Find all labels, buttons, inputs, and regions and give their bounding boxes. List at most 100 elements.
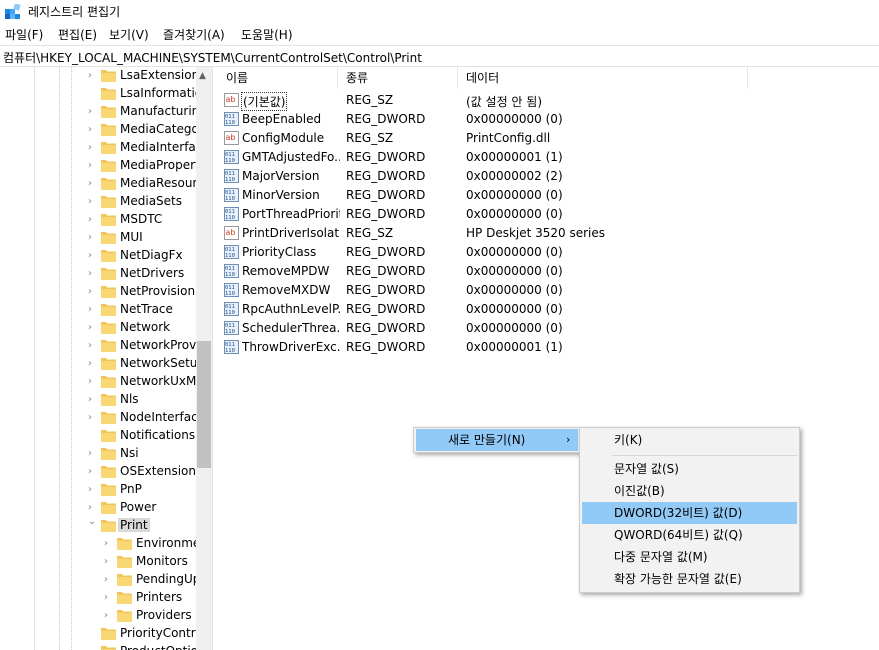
chevron-right-icon[interactable]: ›	[88, 305, 96, 315]
chevron-down-icon[interactable]: ⌄	[88, 517, 96, 527]
value-row[interactable]: 011 110 MinorVersion REG_DWORD 0x00000000 (0…	[218, 186, 879, 205]
chevron-right-icon[interactable]: ›	[88, 485, 96, 495]
tree-item[interactable]: › Manufacturing	[88, 103, 207, 121]
value-row[interactable]: 011 110 PortThreadPriority REG_DWORD 0x00000…	[218, 205, 879, 224]
tree-item[interactable]: › NetTrace	[88, 301, 196, 319]
tree-item[interactable]: ProductOptio	[88, 643, 198, 650]
address-path[interactable]: 컴퓨터\HKEY_LOCAL_MACHINE\SYSTEM\CurrentCon…	[3, 49, 422, 66]
tree-item[interactable]: › Network	[88, 319, 196, 337]
menu-item-new-qword[interactable]: QWORD(64비트) 값(Q)	[582, 524, 797, 546]
tree-item[interactable]: › LsaExtensionC	[88, 67, 208, 85]
tree-item[interactable]: › MUI	[88, 229, 196, 247]
chevron-right-icon[interactable]: ›	[104, 593, 112, 603]
address-bar[interactable]: 컴퓨터\HKEY_LOCAL_MACHINE\SYSTEM\CurrentCon…	[0, 45, 879, 67]
scroll-up-arrow-icon[interactable]: ▲	[199, 71, 206, 81]
tree-item[interactable]: › NetProvision	[88, 283, 196, 301]
menu-view[interactable]: 보기(V)	[109, 26, 149, 43]
scrollbar-thumb[interactable]	[197, 341, 211, 468]
menu-item-new-dword[interactable]: DWORD(32비트) 값(D)	[582, 502, 797, 524]
chevron-right-icon[interactable]: ›	[88, 215, 96, 225]
value-name: SchedulerThrea...	[242, 321, 340, 335]
menu-edit[interactable]: 편집(E)	[58, 26, 97, 43]
menu-item-new-expandable-string[interactable]: 확장 가능한 문자열 값(E)	[582, 568, 797, 590]
column-header-type[interactable]: 종류	[338, 67, 458, 89]
value-row[interactable]: 011 110 RpcAuthnLevelP... REG_DWORD 0x000000…	[218, 300, 879, 319]
value-row[interactable]: 011 110 GMTAdjustedFo... REG_DWORD 0x0000000…	[218, 148, 879, 167]
tree-item[interactable]: › Environme	[104, 535, 200, 553]
tree-item[interactable]: › MediaInterface	[88, 139, 210, 157]
chevron-right-icon[interactable]: ›	[88, 125, 96, 135]
menu-file[interactable]: 파일(F)	[5, 26, 43, 43]
chevron-right-icon[interactable]: ›	[88, 107, 96, 117]
tree-item[interactable]: PriorityContro	[88, 625, 203, 643]
value-row[interactable]: 011 110 ThrowDriverExc... REG_DWORD 0x000000…	[218, 338, 879, 357]
tree-item[interactable]: › NetworkProvic	[88, 337, 206, 355]
tree-item[interactable]: › NodeInterface	[88, 409, 205, 427]
chevron-right-icon[interactable]: ›	[88, 395, 96, 405]
chevron-right-icon[interactable]: ›	[88, 269, 96, 279]
key-tree[interactable]: › LsaExtensionC LsaInformatio › Manufacturin…	[0, 67, 212, 650]
chevron-right-icon[interactable]: ›	[88, 197, 96, 207]
menu-help[interactable]: 도움말(H)	[241, 26, 293, 43]
tree-item[interactable]: › Monitors	[104, 553, 196, 571]
value-row[interactable]: ab (기본값) REG_SZ (값 설정 안 됨)	[218, 91, 879, 111]
chevron-right-icon[interactable]: ›	[104, 557, 112, 567]
column-header-name[interactable]: 이름	[218, 67, 338, 89]
chevron-right-icon[interactable]: ›	[88, 503, 96, 513]
column-header-data[interactable]: 데이터	[458, 67, 748, 89]
chevron-right-icon[interactable]: ›	[88, 251, 96, 261]
tree-item[interactable]: › PnP	[88, 481, 196, 499]
tree-item[interactable]: LsaInformatio	[88, 85, 202, 103]
value-row[interactable]: 011 110 BeepEnabled REG_DWORD 0x00000000 (0)	[218, 110, 879, 129]
chevron-right-icon[interactable]: ›	[88, 449, 96, 459]
tree-item[interactable]: › NetDrivers	[88, 265, 196, 283]
tree-item[interactable]: › Providers	[104, 607, 196, 625]
tree-item[interactable]: ⌄ Print	[88, 517, 196, 535]
chevron-right-icon[interactable]: ›	[88, 413, 96, 423]
value-row[interactable]: 011 110 RemoveMPDW REG_DWORD 0x00000000 (0)	[218, 262, 879, 281]
tree-item[interactable]: › Power	[88, 499, 196, 517]
chevron-right-icon[interactable]: ›	[104, 611, 112, 621]
chevron-right-icon[interactable]: ›	[88, 359, 96, 369]
tree-scrollbar[interactable]: ▲	[196, 67, 212, 650]
tree-item[interactable]: › Nsi	[88, 445, 196, 463]
menu-favorites[interactable]: 즐겨찾기(A)	[163, 26, 225, 43]
value-row[interactable]: 011 110 PriorityClass REG_DWORD 0x00000000 (…	[218, 243, 879, 262]
chevron-right-icon[interactable]: ›	[88, 71, 96, 81]
tree-item[interactable]: › MediaResourc	[88, 175, 204, 193]
tree-item[interactable]: › NetworkSetup	[88, 355, 205, 373]
menu-item-new-key[interactable]: 키(K)	[582, 429, 797, 451]
tree-item[interactable]: › NetworkUxMa	[88, 373, 204, 391]
value-row[interactable]: 011 110 RemoveMXDW REG_DWORD 0x00000000 (0)	[218, 281, 879, 300]
tree-item[interactable]: › PendingUp	[104, 571, 200, 589]
value-name: ThrowDriverExc...	[242, 340, 340, 354]
value-row[interactable]: 011 110 MajorVersion REG_DWORD 0x00000002 (2…	[218, 167, 879, 186]
tree-item[interactable]: › Nls	[88, 391, 196, 409]
menu-item-new-string[interactable]: 문자열 값(S)	[582, 458, 797, 480]
tree-item[interactable]: › NetDiagFx	[88, 247, 196, 265]
chevron-right-icon[interactable]: ›	[104, 575, 112, 585]
tree-item[interactable]: › MediaProperti	[88, 157, 203, 175]
value-row[interactable]: 011 110 SchedulerThrea... REG_DWORD 0x000000…	[218, 319, 879, 338]
value-row[interactable]: ab ConfigModule REG_SZ PrintConfig.dll	[218, 129, 879, 148]
tree-item[interactable]: Notifications	[88, 427, 196, 445]
tree-item[interactable]: › Printers	[104, 589, 196, 607]
menu-item-new-multi-string[interactable]: 다중 문자열 값(M)	[582, 546, 797, 568]
chevron-right-icon[interactable]: ›	[88, 341, 96, 351]
tree-item[interactable]: › MSDTC	[88, 211, 196, 229]
tree-item[interactable]: › OSExtensionD	[88, 463, 205, 481]
chevron-right-icon[interactable]: ›	[104, 539, 112, 549]
menu-item-new-binary[interactable]: 이진값(B)	[582, 480, 797, 502]
chevron-right-icon[interactable]: ›	[88, 377, 96, 387]
value-row[interactable]: ab PrintDriverIsolat... REG_SZ HP Deskjet 3…	[218, 224, 879, 243]
chevron-right-icon[interactable]: ›	[88, 179, 96, 189]
chevron-right-icon[interactable]: ›	[88, 161, 96, 171]
menu-item-new[interactable]: 새로 만들기(N) ›	[416, 429, 578, 451]
chevron-right-icon[interactable]: ›	[88, 233, 96, 243]
tree-item[interactable]: › MediaSets	[88, 193, 196, 211]
chevron-right-icon[interactable]: ›	[88, 287, 96, 297]
tree-item[interactable]: › MediaCategor	[88, 121, 204, 139]
chevron-right-icon[interactable]: ›	[88, 467, 96, 477]
chevron-right-icon[interactable]: ›	[88, 323, 96, 333]
chevron-right-icon[interactable]: ›	[88, 143, 96, 153]
